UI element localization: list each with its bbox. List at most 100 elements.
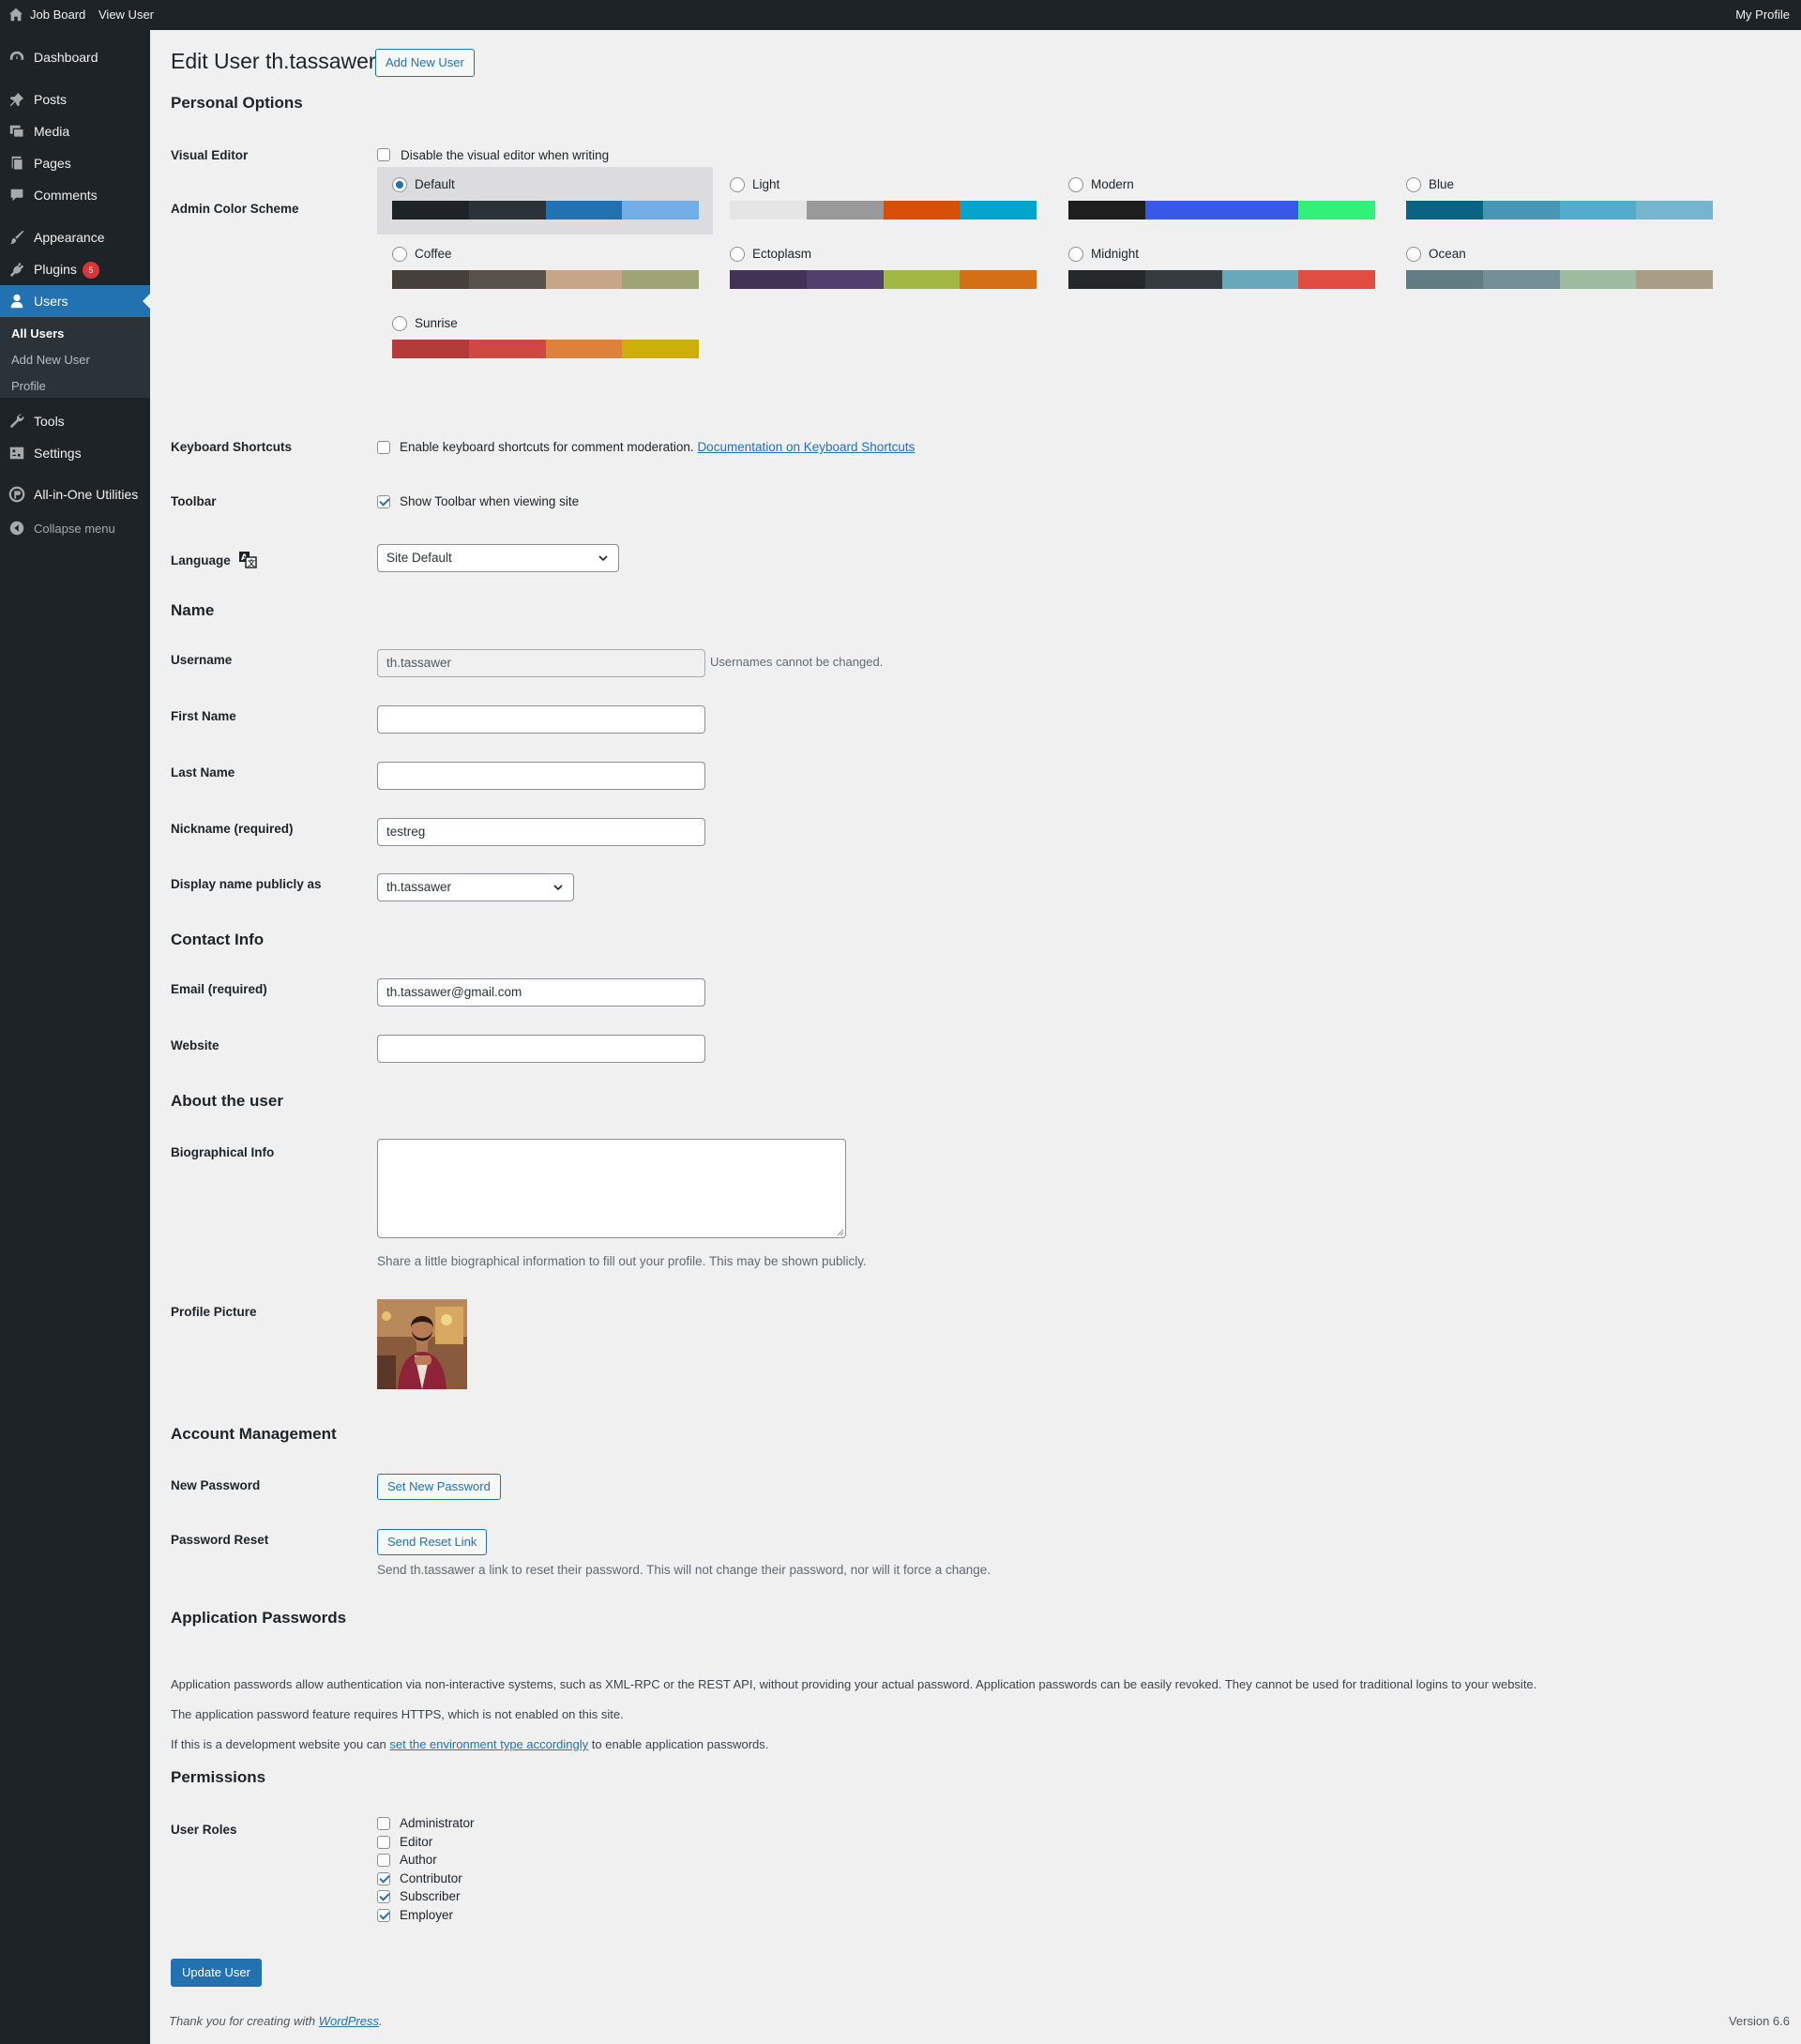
sidebar-item-plugins[interactable]: Plugins 5 <box>0 253 150 285</box>
submenu-profile[interactable]: Profile <box>11 379 46 393</box>
footer-thanks: Thank you for creating with WordPress. <box>169 2014 383 2028</box>
color-scheme-blue[interactable]: Blue <box>1391 167 1727 235</box>
color-scheme-radio[interactable] <box>730 177 745 192</box>
language-select[interactable]: Site Default <box>377 544 619 572</box>
keyboard-shortcuts-label: Keyboard Shortcuts <box>171 440 293 454</box>
application-passwords-intro: Application passwords allow authenticati… <box>171 1677 1537 1691</box>
role-checkbox-subscriber[interactable] <box>377 1890 390 1904</box>
color-scheme-radio[interactable] <box>730 247 745 262</box>
sidebar-item-settings[interactable]: Settings <box>0 437 150 469</box>
color-swatch <box>1559 270 1637 289</box>
wordpress-link[interactable]: WordPress <box>319 2014 379 2028</box>
nickname-input[interactable]: testreg <box>377 818 705 846</box>
color-swatch <box>545 201 623 220</box>
show-toolbar-checkbox[interactable] <box>377 495 390 508</box>
svg-text:文: 文 <box>248 558 256 568</box>
view-user-link[interactable]: View User <box>98 0 154 30</box>
role-checkbox-employer[interactable] <box>377 1909 390 1922</box>
name-heading: Name <box>171 601 215 619</box>
sidebar-item-tools[interactable]: Tools <box>0 405 150 437</box>
color-scheme-midnight[interactable]: Midnight <box>1053 236 1389 304</box>
sidebar-item-pages[interactable]: Pages <box>0 147 150 179</box>
sidebar-item-appearance[interactable]: Appearance <box>0 221 150 253</box>
send-reset-link-button[interactable]: Send Reset Link <box>377 1529 488 1555</box>
color-scheme-light[interactable]: Light <box>715 167 1051 235</box>
home-icon[interactable] <box>8 7 24 23</box>
keyboard-shortcuts-checkbox-label: Enable keyboard shortcuts for comment mo… <box>400 440 694 454</box>
email-input[interactable]: th.tassawer@gmail.com <box>377 978 705 1007</box>
disable-visual-editor-checkbox[interactable] <box>377 148 390 161</box>
plugin-icon <box>9 262 24 278</box>
sidebar-item-users[interactable]: Users <box>0 285 150 317</box>
keyboard-shortcuts-checkbox[interactable] <box>377 441 390 454</box>
resize-handle-icon[interactable] <box>835 1227 844 1236</box>
sidebar-item-label: Tools <box>34 414 65 429</box>
color-scheme-label: Ectoplasm <box>752 247 812 261</box>
color-scheme-radio[interactable] <box>1068 177 1083 192</box>
show-toolbar-label: Show Toolbar when viewing site <box>400 494 580 508</box>
site-name-link[interactable]: Job Board <box>30 0 85 30</box>
update-user-button[interactable]: Update User <box>171 1959 262 1987</box>
sidebar-item-label: Dashboard <box>34 50 98 65</box>
collapse-menu-button[interactable]: Collapse menu <box>0 512 150 544</box>
sidebar-item-all-in-one-utilities[interactable]: All-in-One Utilities <box>0 478 150 510</box>
sidebar-item-label-wrap: Plugins 5 <box>34 262 99 279</box>
color-swatch <box>1636 201 1713 220</box>
biographical-info-textarea[interactable] <box>377 1139 846 1238</box>
sidebar-item-media[interactable]: Media <box>0 115 150 147</box>
brush-icon <box>9 230 24 245</box>
environment-type-link[interactable]: set the environment type accordingly <box>389 1737 588 1751</box>
set-new-password-button[interactable]: Set New Password <box>377 1474 501 1500</box>
color-scheme-modern[interactable]: Modern <box>1053 167 1389 235</box>
color-scheme-coffee[interactable]: Coffee <box>377 236 713 304</box>
role-checkbox-author[interactable] <box>377 1854 390 1868</box>
color-swatch <box>1298 270 1375 289</box>
color-swatch <box>1068 270 1145 289</box>
color-swatch <box>806 270 884 289</box>
utilities-icon <box>8 486 25 503</box>
pages-icon <box>11 156 23 171</box>
color-scheme-radio[interactable] <box>392 247 407 262</box>
role-checkbox-administrator[interactable] <box>377 1817 390 1830</box>
profile-picture-avatar <box>377 1299 467 1389</box>
submenu-all-users[interactable]: All Users <box>11 326 64 341</box>
color-swatch <box>730 201 807 220</box>
color-scheme-radio[interactable] <box>392 177 407 192</box>
color-swatch <box>468 201 546 220</box>
sidebar-item-dashboard[interactable]: Dashboard <box>0 41 150 73</box>
role-checkbox-contributor[interactable] <box>377 1871 390 1885</box>
color-scheme-radio[interactable] <box>1406 177 1421 192</box>
biographical-info-description: Share a little biographical information … <box>377 1254 867 1268</box>
password-reset-label: Password Reset <box>171 1533 269 1547</box>
last-name-input[interactable] <box>377 762 705 790</box>
username-input: th.tassawer <box>377 649 705 677</box>
color-scheme-radio[interactable] <box>1406 247 1421 262</box>
color-scheme-label: Ocean <box>1429 247 1466 261</box>
first-name-input[interactable] <box>377 705 705 734</box>
display-name-select[interactable]: th.tassawer <box>377 873 574 901</box>
color-swatch <box>1406 270 1483 289</box>
color-scheme-radio[interactable] <box>1068 247 1083 262</box>
settings-icon <box>9 447 24 460</box>
color-scheme-sunrise[interactable]: Sunrise <box>377 306 713 373</box>
role-label: Editor <box>400 1834 433 1849</box>
role-checkbox-editor[interactable] <box>377 1835 390 1849</box>
color-scheme-swatches <box>1406 270 1713 289</box>
email-label: Email (required) <box>171 982 267 996</box>
sidebar-item-comments[interactable]: Comments <box>0 179 150 211</box>
sidebar-item-posts[interactable]: Posts <box>0 83 150 115</box>
color-scheme-default[interactable]: Default <box>377 167 713 235</box>
role-label: Administrator <box>400 1816 475 1830</box>
my-profile-link[interactable]: My Profile <box>1735 0 1790 30</box>
color-scheme-ocean[interactable]: Ocean <box>1391 236 1727 304</box>
website-input[interactable] <box>377 1035 705 1063</box>
color-scheme-ectoplasm[interactable]: Ectoplasm <box>715 236 1051 304</box>
add-new-user-button[interactable]: Add New User <box>375 49 475 77</box>
color-swatch <box>1636 270 1713 289</box>
color-swatch <box>883 201 961 220</box>
sidebar-item-label: Plugins <box>34 262 77 277</box>
submenu-add-new-user[interactable]: Add New User <box>11 353 90 367</box>
color-scheme-radio[interactable] <box>392 316 407 331</box>
footer-thanks-text: Thank you for creating with <box>169 2014 316 2028</box>
keyboard-shortcuts-doc-link[interactable]: Documentation on Keyboard Shortcuts <box>697 440 915 454</box>
